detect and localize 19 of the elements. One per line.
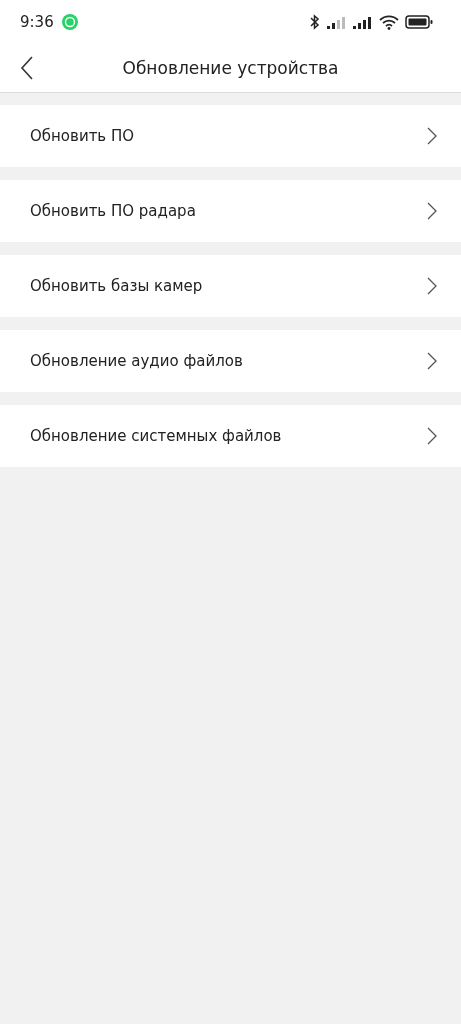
- chevron-right-icon: [427, 202, 437, 220]
- signal-icon: [327, 15, 347, 29]
- back-icon[interactable]: [20, 56, 34, 80]
- page-title: Обновление устройства: [122, 58, 339, 78]
- bluetooth-icon: [309, 14, 321, 30]
- chevron-right-icon: [427, 352, 437, 370]
- chevron-right-icon: [427, 127, 437, 145]
- clock: 9:36: [20, 13, 54, 31]
- chevron-right-icon: [427, 427, 437, 445]
- menu-item[interactable]: Обновление аудио файлов: [0, 330, 461, 392]
- menu-item[interactable]: Обновить ПО: [0, 105, 461, 167]
- menu-item[interactable]: Обновить базы камер: [0, 255, 461, 317]
- chevron-right-icon: [427, 277, 437, 295]
- battery-icon: [405, 15, 433, 29]
- chat-app-icon: [61, 14, 78, 30]
- menu-item[interactable]: Обновление системных файлов: [0, 405, 461, 467]
- signal-icon: [353, 15, 373, 29]
- menu-item[interactable]: Обновить ПО радара: [0, 180, 461, 242]
- wifi-icon: [379, 14, 399, 30]
